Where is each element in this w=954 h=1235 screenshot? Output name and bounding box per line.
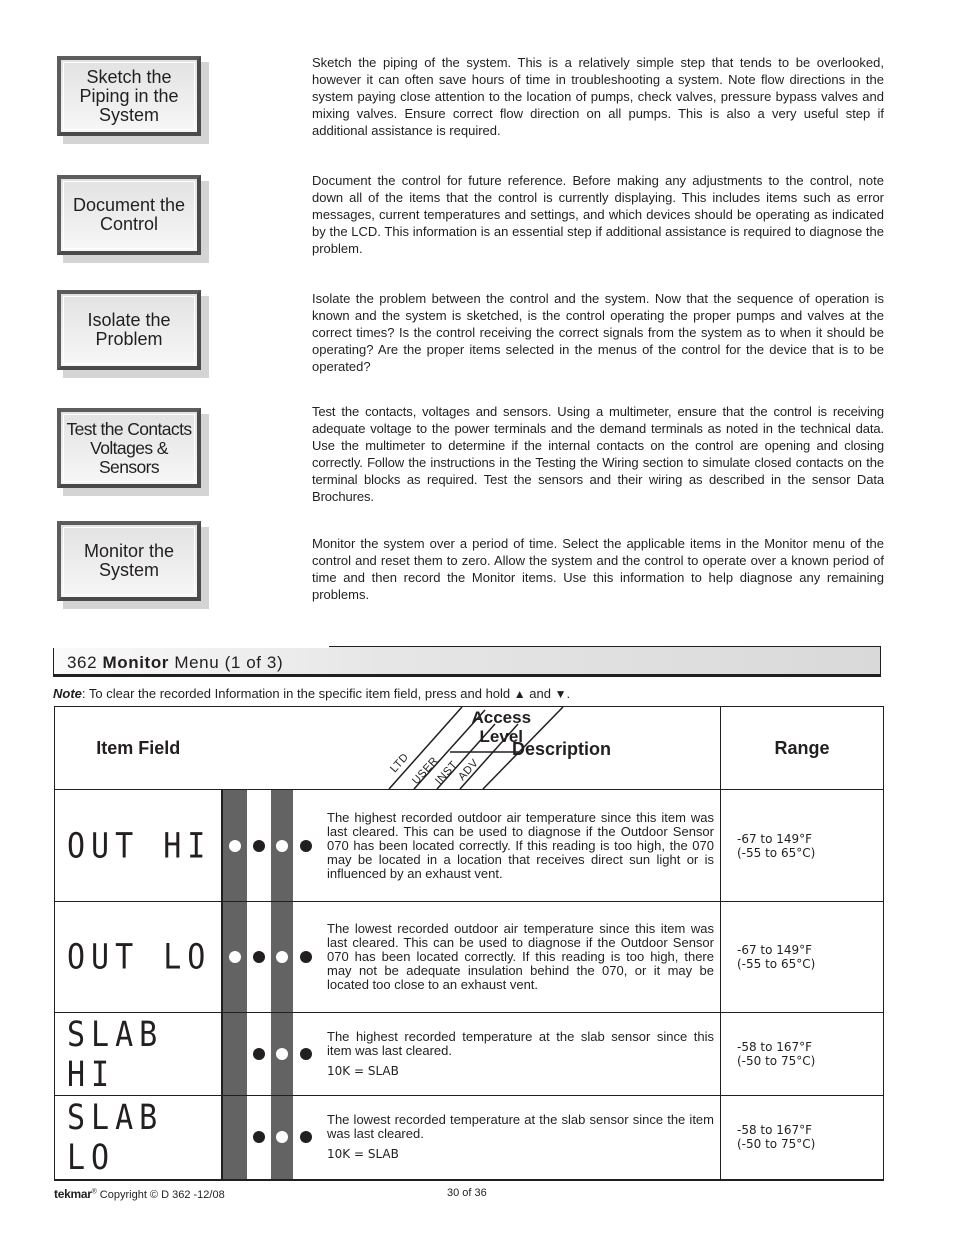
step-description: Sketch the piping of the system. This is… [312,55,884,138]
step-description: Test the contacts, voltages and sensors.… [312,404,884,504]
range-celsius: (-50 to 75°C) [737,1054,816,1068]
header-item-field: Item Field [54,706,222,790]
description-text: The lowest recorded outdoor air temperat… [327,921,714,992]
step-label: Monitor the System [83,541,175,580]
range-cell: -67 to 149°F (-55 to 65°C) [720,789,884,902]
section-header: 362 Monitor Menu (1 of 3) [53,646,881,677]
item-field-display: OUT LO [54,892,222,1022]
step-monitor-system: Monitor the System [57,521,209,609]
description-cell: The lowest recorded outdoor air temperat… [315,901,721,1013]
access-dot-user [252,951,265,963]
table-row: OUT HI The highest recorded outdoor air t… [54,780,884,911]
header-range: Range [720,706,884,790]
step-description: Isolate the problem between the control … [312,291,884,374]
step-label: Document the Control [72,195,186,234]
step-box: Sketch the Piping in the System [57,56,201,136]
description-text: The highest recorded outdoor air tempera… [327,809,714,881]
access-dot-ltd [228,839,241,852]
sensor-note: 10K = SLAB [327,1064,399,1078]
step-description: Document the control for future referenc… [312,173,884,256]
description-cell: The lowest recorded temperature at the s… [315,1095,721,1181]
description-text: The lowest recorded temperature at the s… [327,1112,714,1142]
access-dot-inst [275,951,288,963]
range-cell: -58 to 167°F (-50 to 75°C) [720,1095,884,1181]
range-fahrenheit: -67 to 149°F [737,943,813,957]
access-dot-inst [275,1048,288,1060]
step-description: Monitor the system over a period of time… [312,536,884,602]
note: Note: To clear the recorded Information … [53,686,571,701]
table-row: SLAB LO The lowest recorded temperature a… [54,1088,884,1187]
item-field-display: SLAB LO [54,1088,222,1187]
access-dot-inst [275,839,288,852]
step-test-contacts: Test the Contacts Voltages & Sensors [57,408,209,496]
description-cell: The highest recorded outdoor air tempera… [315,789,721,902]
level-label-adv: ADV [455,757,481,784]
step-document-control: Document the Control [57,175,209,263]
page-number: 30 of 36 [447,1187,487,1199]
access-dot-adv [299,951,312,963]
access-dot-ltd [228,951,241,963]
monitor-menu-table: Item Field Access Level LTD USER INST AD… [54,706,884,1187]
section-title: 362 Monitor Menu (1 of 3) [67,653,284,672]
step-isolate-problem: Isolate the Problem [57,290,209,378]
step-sketch-piping: Sketch the Piping in the System [57,56,209,144]
access-dot-inst [275,1131,288,1144]
access-dot-user [252,839,265,852]
range-cell: -67 to 149°F (-55 to 65°C) [720,901,884,1013]
access-dot-user [252,1048,265,1060]
access-column-ltd [222,1013,247,1095]
access-dot-user [252,1131,265,1144]
table-header-row: Item Field Access Level LTD USER INST AD… [54,706,884,790]
down-arrow-icon: ▼ [554,687,567,701]
description-text: The highest recorded temperature at the … [327,1029,714,1058]
range-cell: -58 to 167°F (-50 to 75°C) [720,1012,884,1096]
access-level-cell [220,1095,317,1181]
range-fahrenheit: -67 to 149°F [737,831,813,846]
range-celsius: (-50 to 75°C) [737,1137,816,1152]
range-celsius: (-55 to 65°C) [737,957,816,971]
step-label: Test the Contacts Voltages & Sensors [66,418,192,477]
step-box: Document the Control [57,175,201,255]
range-fahrenheit: -58 to 167°F [737,1040,813,1054]
header-description: Description [511,739,612,759]
access-level-cell [220,901,317,1013]
description-cell: The highest recorded temperature at the … [315,1012,721,1096]
access-dot-adv [299,1131,312,1144]
up-arrow-icon: ▲ [513,687,526,701]
table-row: OUT LO The lowest recorded outdoor air te… [54,892,884,1022]
note-label: Note [53,686,82,701]
step-box: Isolate the Problem [57,290,201,370]
access-dot-adv [299,839,312,852]
access-level-cell [220,789,317,902]
step-box: Monitor the System [57,521,201,601]
table-row: SLAB HI The highest recorded temperature … [54,1005,884,1103]
level-label-ltd: LTD [387,751,411,776]
tekmar-logo: tekmar [54,1187,92,1201]
sensor-note: 10K = SLAB [327,1147,399,1162]
range-celsius: (-55 to 65°C) [737,845,816,860]
access-column-ltd [222,1096,247,1179]
access-level-cell [220,1012,317,1096]
step-box: Test the Contacts Voltages & Sensors [57,408,201,488]
step-label: Isolate the Problem [87,310,171,349]
range-fahrenheit: -58 to 167°F [737,1123,813,1138]
access-dot-adv [299,1048,312,1060]
item-field-display: SLAB HI [54,1005,222,1103]
step-label: Sketch the Piping in the System [79,66,179,125]
header-access-description: Access Level LTD USER INST ADV Descriptio… [221,706,721,790]
item-field-display: OUT HI [54,780,222,911]
footer-copyright: tekmar® Copyright © D 362 -12/08 [54,1187,225,1201]
